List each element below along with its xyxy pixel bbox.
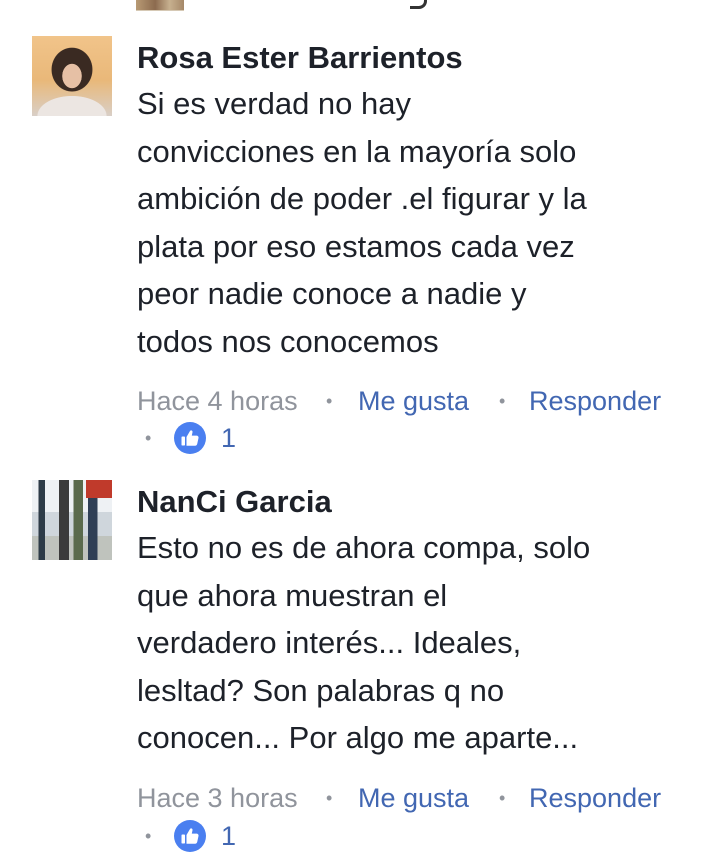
separator-dot: • (499, 391, 506, 411)
previous-comment-text-fragment (410, 0, 427, 9)
comment-text: Esto no es de ahora compa, solo que ahor… (137, 530, 591, 755)
reply-button[interactable]: Responder (529, 381, 661, 421)
separator-dot: • (326, 391, 333, 411)
like-count: 1 (221, 821, 237, 851)
comment-timestamp[interactable]: Hace 3 horas (137, 778, 298, 818)
separator-dot: • (499, 788, 506, 808)
like-count: 1 (221, 423, 237, 453)
comment-actions: Hace 4 horas • Me gusta • Responder (137, 381, 697, 421)
comment-author[interactable]: NanCi Garcia (137, 480, 697, 524)
previous-comment-image (136, 0, 184, 11)
reaction-summary[interactable]: • 1 (137, 418, 337, 458)
avatar[interactable] (32, 36, 112, 116)
like-icon (174, 820, 206, 852)
reply-button[interactable]: Responder (529, 778, 661, 818)
like-icon (174, 422, 206, 454)
separator-dot: • (145, 428, 152, 448)
comment-actions: Hace 3 horas • Me gusta • Responder (137, 778, 697, 818)
comment-body: NanCi Garcia Esto no es de ahora compa, … (137, 480, 697, 852)
separator-dot: • (326, 788, 333, 808)
reaction-summary[interactable]: • 1 (137, 816, 337, 856)
comment-body: Rosa Ester Barrientos Si es verdad no ha… (137, 36, 697, 454)
like-button[interactable]: Me gusta (358, 778, 469, 818)
separator-dot: • (145, 826, 152, 846)
comment-timestamp[interactable]: Hace 4 horas (137, 381, 298, 421)
like-button[interactable]: Me gusta (358, 381, 469, 421)
comment-text: Si es verdad no hay convicciones en la m… (137, 86, 587, 359)
avatar[interactable] (32, 480, 112, 560)
avatar-photo-detail (86, 480, 112, 498)
comment-author[interactable]: Rosa Ester Barrientos (137, 36, 697, 80)
previous-comment-remnant (0, 0, 720, 14)
